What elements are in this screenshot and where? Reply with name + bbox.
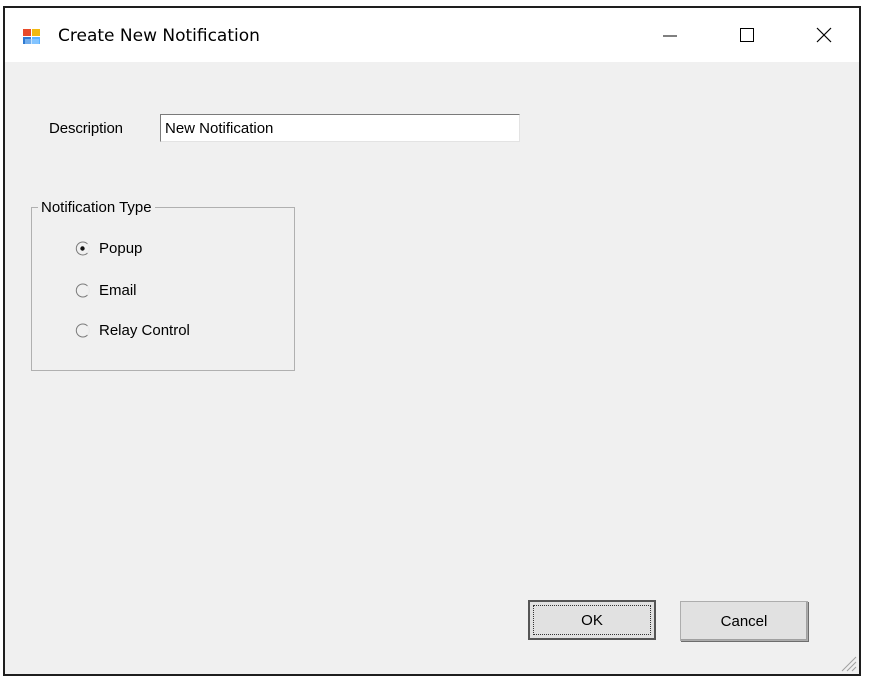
resize-grip-icon[interactable] (839, 654, 857, 672)
dialog-window: Create New Notification Description Noti… (3, 6, 861, 676)
radio-email[interactable]: Email (75, 280, 137, 300)
radio-popup-label: Popup (99, 239, 143, 257)
window-title: Create New Notification (58, 26, 260, 46)
minimize-button[interactable] (641, 8, 699, 62)
description-input[interactable] (160, 114, 520, 142)
radio-email-label: Email (99, 281, 137, 299)
ok-button-label: OK (581, 611, 603, 629)
radio-relay-control[interactable]: Relay Control (75, 320, 190, 340)
ok-button[interactable]: OK (528, 600, 656, 640)
maximize-button[interactable] (718, 8, 776, 62)
maximize-icon (740, 28, 754, 42)
cancel-button-label: Cancel (720, 612, 768, 630)
radio-selected-icon (75, 241, 90, 255)
dialog-content: Description Notification Type Popup Emai… (5, 62, 859, 674)
cancel-button[interactable]: Cancel (680, 601, 808, 641)
close-icon (816, 27, 832, 43)
radio-unselected-icon (75, 283, 90, 297)
close-button[interactable] (795, 8, 853, 62)
description-label: Description (49, 120, 123, 137)
minimize-icon (663, 35, 677, 37)
radio-popup[interactable]: Popup (75, 238, 142, 258)
notification-type-title: Notification Type (38, 199, 155, 217)
radio-relay-control-label: Relay Control (99, 321, 190, 339)
app-icon (23, 29, 40, 44)
notification-type-group (31, 207, 295, 371)
title-bar[interactable]: Create New Notification (5, 8, 859, 62)
radio-unselected-icon (75, 323, 90, 337)
